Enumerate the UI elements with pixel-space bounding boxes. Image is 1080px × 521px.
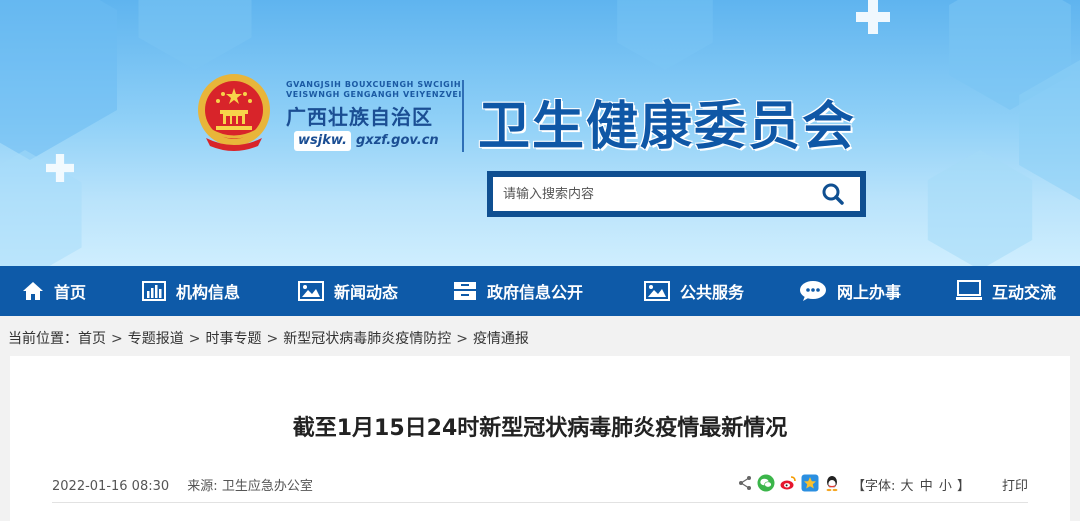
breadcrumb: 当前位置：首页 > 专题报道 > 时事专题 > 新型冠状病毒肺炎疫情防控 > 疫情通报 xyxy=(8,328,529,348)
share-icon[interactable] xyxy=(737,475,753,491)
hexagon-decoration-icon xyxy=(138,0,252,70)
region-name: 广西壮族自治区 xyxy=(286,105,433,129)
nav-item-label: 机构信息 xyxy=(176,283,241,302)
domain-suffix: gxzf.gov.cn xyxy=(356,133,439,148)
main-nav: 首页 机构信息 新闻动态 政府信息公开 公共服务 网上办事 互动交流 xyxy=(0,266,1080,316)
article-panel: 截至1月15日24时新型冠状病毒肺炎疫情最新情况 2022-01-16 08:3… xyxy=(10,356,1070,521)
search-button[interactable] xyxy=(806,177,860,211)
pinyin-text-line1: GVANGJSIH BOUXCUENGH SWCIGIH xyxy=(286,80,462,89)
search-input[interactable] xyxy=(493,177,806,211)
search-icon xyxy=(822,183,844,205)
qzone-icon[interactable] xyxy=(801,474,819,492)
hexagon-decoration-icon xyxy=(617,0,713,70)
meta-divider xyxy=(52,502,1028,503)
hexagon-decoration-icon xyxy=(0,0,117,160)
font-size-close: 】 xyxy=(957,479,971,494)
share-bar xyxy=(737,474,845,492)
nav-item-org-info[interactable]: 机构信息 xyxy=(142,266,240,316)
source-label: 来源: xyxy=(187,479,218,494)
nav-item-online-services[interactable]: 网上办事 xyxy=(799,266,901,316)
article-title: 截至1月15日24时新型冠状病毒肺炎疫情最新情况 xyxy=(292,416,788,441)
nav-item-public-service[interactable]: 公共服务 xyxy=(644,266,744,316)
nav-item-label: 政府信息公开 xyxy=(487,283,584,302)
breadcrumb-link-epidemic-report[interactable]: 疫情通报 xyxy=(473,331,529,347)
nav-item-label: 互动交流 xyxy=(992,283,1057,302)
nav-item-interaction[interactable]: 互动交流 xyxy=(956,266,1056,316)
font-size-control: 【字体: 大 中 小 】 xyxy=(852,475,970,494)
font-size-medium[interactable]: 中 xyxy=(920,479,933,494)
national-emblem-icon xyxy=(198,74,270,151)
nav-item-label: 网上办事 xyxy=(837,283,902,302)
breadcrumb-link-special-reports[interactable]: 专题报道 xyxy=(128,331,184,347)
pinyin-text-line2: VEISWNGH GENGANGH VEIYENZVEI xyxy=(286,90,463,99)
bar-chart-icon xyxy=(142,281,166,301)
breadcrumb-separator: > xyxy=(266,331,279,347)
breadcrumb-link-home[interactable]: 首页 xyxy=(78,331,106,347)
picture-icon xyxy=(644,281,670,301)
article-meta: 2022-01-16 08:30 来源: 卫生应急办公室 xyxy=(52,475,313,494)
monitor-icon xyxy=(956,280,982,300)
nav-item-home[interactable]: 首页 xyxy=(22,266,86,316)
breadcrumb-link-current-affairs[interactable]: 时事专题 xyxy=(205,331,261,347)
publish-date: 2022-01-16 08:30 xyxy=(52,479,170,494)
nav-item-label: 公共服务 xyxy=(680,283,745,302)
font-size-label: 【字体: xyxy=(852,479,896,494)
nav-item-news[interactable]: 新闻动态 xyxy=(298,266,398,316)
print-button[interactable]: 打印 xyxy=(1002,475,1028,494)
hexagon-decoration-icon xyxy=(927,150,1033,266)
nav-item-label: 首页 xyxy=(54,283,87,302)
plus-decoration-icon xyxy=(856,0,890,34)
plus-decoration-icon xyxy=(46,154,74,182)
search-box xyxy=(487,171,866,217)
image-icon xyxy=(298,281,324,301)
site-title: 卫生健康委员会 xyxy=(478,97,857,157)
header-banner: GVANGJSIH BOUXCUENGH SWCIGIH VEISWNGH GE… xyxy=(0,0,1080,266)
home-icon xyxy=(23,282,43,300)
nav-item-gov-info[interactable]: 政府信息公开 xyxy=(453,266,583,316)
breadcrumb-separator: > xyxy=(188,331,201,347)
wechat-icon[interactable] xyxy=(757,474,775,492)
breadcrumb-separator: > xyxy=(111,331,123,347)
cabinet-icon xyxy=(454,282,476,300)
hexagon-decoration-icon xyxy=(0,150,82,266)
font-size-small[interactable]: 小 xyxy=(939,479,952,494)
domain-prefix: wsjkw. xyxy=(294,131,351,151)
breadcrumb-link-covid-prevention[interactable]: 新型冠状病毒肺炎疫情防控 xyxy=(283,331,451,347)
source-value: 卫生应急办公室 xyxy=(221,479,313,494)
nav-item-label: 新闻动态 xyxy=(334,283,399,302)
chat-bubble-icon xyxy=(800,281,826,301)
weibo-icon[interactable] xyxy=(779,474,797,492)
breadcrumb-prefix: 当前位置： xyxy=(8,331,78,347)
header-divider xyxy=(462,80,464,152)
breadcrumb-separator: > xyxy=(456,331,468,347)
font-size-large[interactable]: 大 xyxy=(901,479,914,494)
qq-icon[interactable] xyxy=(823,474,841,492)
